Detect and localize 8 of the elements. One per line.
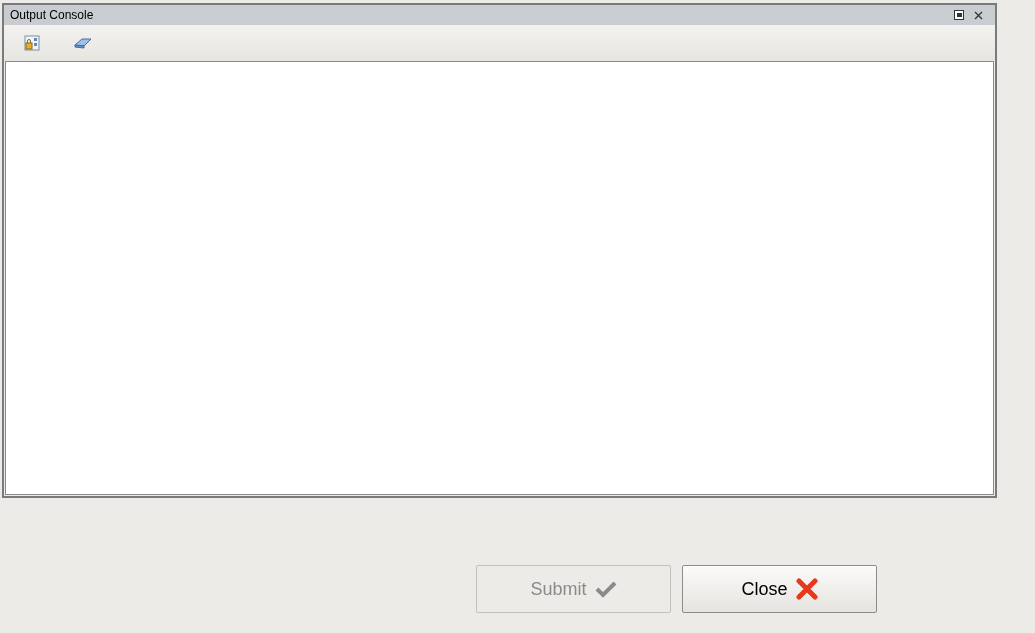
eraser-icon[interactable] <box>74 37 92 49</box>
checkmark-icon <box>594 580 617 598</box>
cross-icon <box>795 578 818 600</box>
window-title: Output Console <box>10 7 94 24</box>
locked-panel-icon[interactable] <box>24 35 40 51</box>
restore-icon[interactable] <box>954 10 964 20</box>
close-button[interactable]: Close <box>682 565 877 613</box>
close-icon[interactable] <box>974 10 983 20</box>
